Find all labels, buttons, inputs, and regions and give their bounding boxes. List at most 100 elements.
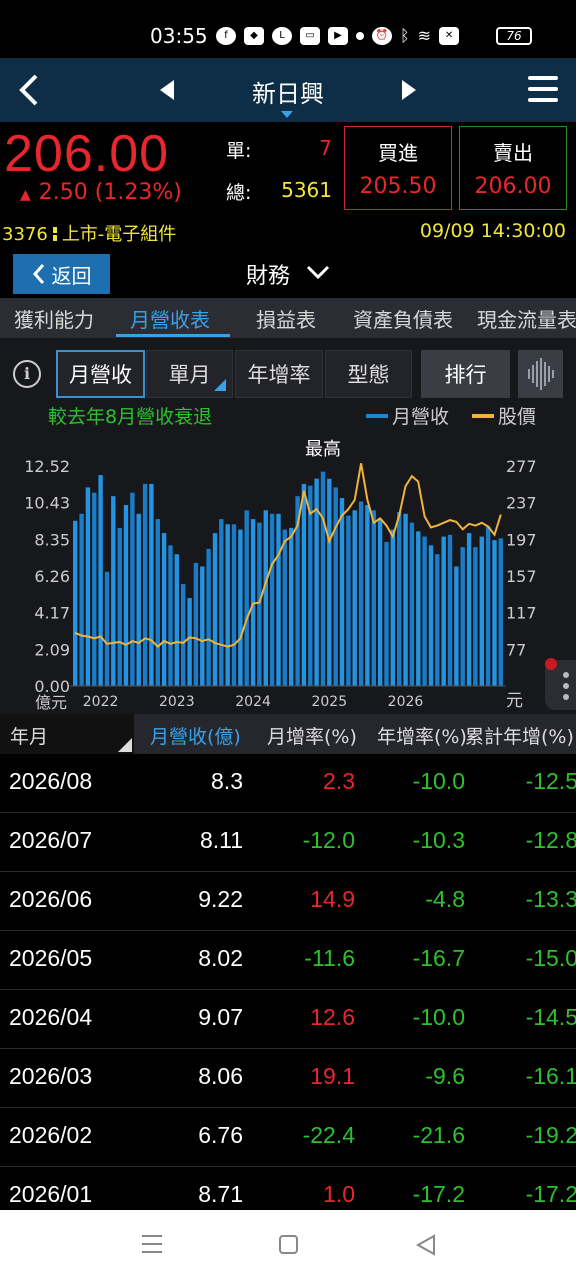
back-button-label: 返回 bbox=[51, 263, 92, 288]
back-button[interactable]: 返回 bbox=[13, 254, 110, 294]
x-tick-label: 2023 bbox=[159, 694, 195, 710]
revenue-bar bbox=[238, 529, 243, 686]
table-row[interactable]: 2026/08 8.3 2.3 -10.0 -12.5 bbox=[0, 754, 576, 813]
tab-balance-sheet[interactable]: 資產負債表 bbox=[353, 304, 453, 333]
row-cumulative-yoy: -16.1 bbox=[525, 1063, 576, 1089]
status-icons: f ◆ L ▭ ▶ ⏰ ᛒ ≋ ✕ bbox=[216, 26, 460, 45]
table-row[interactable]: 2026/07 8.11 -12.0 -10.3 -12.8 bbox=[0, 813, 576, 872]
ask-price: 206.00 bbox=[474, 174, 552, 199]
revenue-bar bbox=[257, 522, 262, 686]
youtube-icon: ▶ bbox=[328, 26, 348, 45]
table-row[interactable]: 2026/02 6.76 -22.4 -21.6 -19.2 bbox=[0, 1108, 576, 1167]
table-row[interactable]: 2026/06 9.22 14.9 -4.8 -13.3 bbox=[0, 872, 576, 931]
revenue-bar bbox=[435, 554, 440, 686]
battery-icon: 76 bbox=[496, 27, 532, 45]
revenue-bar bbox=[460, 547, 465, 686]
revenue-bar bbox=[333, 487, 338, 686]
revenue-bar bbox=[85, 487, 91, 686]
tab-monthly-revenue[interactable]: 月營收表 bbox=[130, 304, 210, 333]
right-axis-unit: 元 bbox=[506, 691, 523, 711]
left-tick-label: 4.17 bbox=[34, 604, 70, 623]
revenue-bar bbox=[212, 533, 218, 686]
chevron-down-icon[interactable] bbox=[306, 262, 330, 282]
tab-cash-flow[interactable]: 現金流量表 bbox=[477, 304, 576, 333]
table-row[interactable]: 2026/01 8.71 1.0 -17.2 -17.2 bbox=[0, 1167, 576, 1210]
right-tick-label: 117 bbox=[506, 604, 537, 623]
yoy-button[interactable]: 年增率 bbox=[235, 350, 323, 398]
row-mom: 1.0 bbox=[323, 1181, 355, 1207]
peak-label: 最高 bbox=[305, 439, 341, 460]
tab-profitability[interactable]: 獲利能力 bbox=[14, 304, 94, 333]
revenue-bar bbox=[187, 598, 192, 686]
bid-label: 買進 bbox=[378, 141, 418, 165]
row-revenue: 9.22 bbox=[198, 886, 243, 912]
legend-price-label: 股價 bbox=[498, 406, 536, 428]
x-axis-labels: 2022 2023 2024 2025 2026 bbox=[83, 694, 424, 710]
revenue-bar bbox=[231, 524, 237, 686]
left-tick-label: 8.35 bbox=[34, 530, 70, 549]
pattern-button[interactable]: 型態 bbox=[325, 350, 412, 398]
single-month-label: 單月 bbox=[168, 363, 211, 387]
table-row[interactable]: 2026/05 8.02 -11.6 -16.7 -15.0 bbox=[0, 931, 576, 990]
table-row[interactable]: 2026/04 9.07 12.6 -10.0 -14.5 bbox=[0, 990, 576, 1049]
right-tick-label: 277 bbox=[506, 457, 537, 476]
back-chevron-icon[interactable] bbox=[14, 72, 44, 108]
total-volume-value: 5361 bbox=[281, 178, 332, 202]
revenue-bar bbox=[289, 527, 294, 686]
left-tick-label: 10.43 bbox=[24, 494, 70, 513]
bid-box[interactable]: 買進 205.50 bbox=[344, 126, 452, 210]
left-tick-label: 6.26 bbox=[34, 567, 70, 586]
table-row[interactable]: 2026/03 8.06 19.1 -9.6 -16.1 bbox=[0, 1049, 576, 1108]
revenue-bar bbox=[479, 536, 484, 686]
status-time: 03:55 bbox=[150, 24, 208, 48]
system-back-icon[interactable] bbox=[416, 1234, 436, 1256]
prev-stock-icon[interactable] bbox=[158, 78, 176, 102]
header-yoy[interactable]: 年增率(%) bbox=[377, 722, 467, 749]
monthly-revenue-button[interactable]: 月營收 bbox=[56, 350, 145, 398]
revenue-bar bbox=[409, 522, 415, 686]
revenue-bar bbox=[98, 475, 103, 686]
row-mom: 19.1 bbox=[310, 1063, 355, 1089]
row-revenue: 8.71 bbox=[198, 1181, 243, 1207]
row-yoy: -10.3 bbox=[412, 827, 465, 853]
row-cumulative-yoy: -19.2 bbox=[525, 1122, 576, 1148]
row-yoy: -10.0 bbox=[412, 1004, 465, 1030]
active-tab-indicator bbox=[116, 334, 230, 337]
home-icon[interactable] bbox=[279, 1235, 298, 1254]
header-mom[interactable]: 月增率(%) bbox=[267, 722, 357, 749]
notification-dot-icon bbox=[356, 31, 364, 40]
revenue-bar bbox=[377, 519, 383, 686]
revenue-bar bbox=[219, 519, 224, 686]
revenue-chart[interactable]: 較去年8月營收衰退 月營收 股價 最高 12.52 10.43 8.35 6.26 4.… bbox=[0, 402, 576, 714]
next-stock-icon[interactable] bbox=[400, 78, 418, 102]
price-change: ▲ 2.50 (1.23%) bbox=[20, 180, 182, 205]
single-volume-label: 單: bbox=[226, 140, 252, 162]
hamburger-menu-icon[interactable] bbox=[528, 76, 558, 104]
section-title[interactable]: 財務 bbox=[246, 258, 290, 290]
stock-code-line: 3376 上市-電子組件 bbox=[2, 220, 176, 246]
right-tick-label: 197 bbox=[506, 530, 537, 549]
header-year-month[interactable]: 年月 bbox=[0, 714, 134, 754]
header-monthly-revenue[interactable]: 月營收(億) bbox=[150, 722, 241, 749]
single-month-dropdown[interactable]: 單月 bbox=[146, 350, 233, 398]
row-mom: -12.0 bbox=[302, 827, 355, 853]
recent-apps-icon[interactable] bbox=[142, 1235, 162, 1253]
single-volume-value: 7 bbox=[319, 136, 332, 160]
revenue-bar bbox=[79, 513, 84, 686]
info-icon[interactable]: i bbox=[13, 360, 41, 388]
revenue-bar bbox=[130, 492, 135, 686]
stock-name[interactable]: 新日興 bbox=[238, 74, 338, 109]
row-yoy: -17.2 bbox=[412, 1181, 465, 1207]
revenue-bar bbox=[263, 510, 268, 686]
rank-button[interactable]: 排行 bbox=[421, 350, 510, 398]
waveform-icon[interactable] bbox=[518, 350, 563, 398]
row-date: 2026/03 bbox=[9, 1063, 93, 1089]
tab-income-statement[interactable]: 損益表 bbox=[256, 304, 316, 333]
revenue-chart-svg: 較去年8月營收衰退 月營收 股價 最高 12.52 10.43 8.35 6.26 4.… bbox=[24, 406, 537, 712]
ask-box[interactable]: 賣出 206.00 bbox=[459, 126, 567, 210]
row-yoy: -4.8 bbox=[425, 886, 465, 912]
revenue-bar bbox=[441, 536, 446, 686]
title-caret-icon bbox=[281, 111, 293, 118]
header-cumulative-yoy[interactable]: 累計年增(%) bbox=[465, 722, 574, 749]
price-change-value: 2.50 (1.23%) bbox=[38, 180, 182, 205]
